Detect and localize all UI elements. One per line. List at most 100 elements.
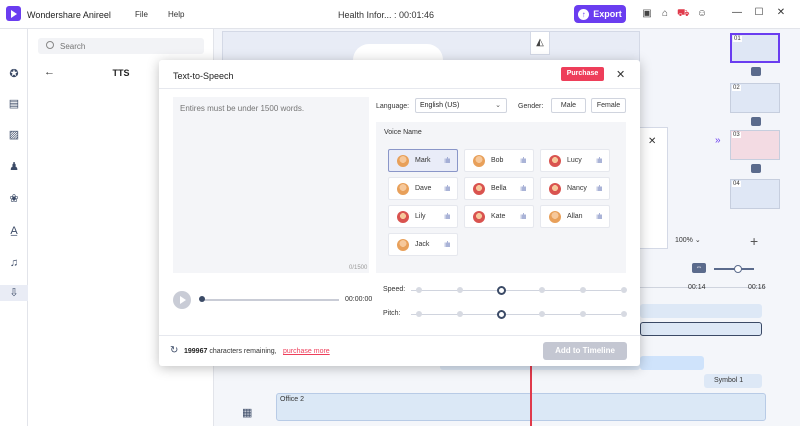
audio-preview-icon[interactable]: ıılıı (520, 184, 527, 193)
audio-preview-icon[interactable]: ıılıı (520, 156, 527, 165)
scene-thumb[interactable]: 04 (730, 179, 780, 209)
progress-handle[interactable] (199, 296, 205, 302)
collapse-arrow-icon[interactable]: » (715, 135, 721, 146)
slider-step[interactable] (580, 287, 586, 293)
scene-number: 02 (732, 85, 741, 91)
scene-thumb[interactable]: 01 (730, 33, 780, 63)
voice-name-header: Voice Name (384, 129, 422, 136)
save-icon[interactable]: ▣ (641, 8, 653, 20)
gender-female-button[interactable]: Female (591, 98, 626, 113)
voice-card-dave[interactable]: Dave ıılıı (388, 177, 458, 200)
popup-close-icon[interactable]: ✕ (648, 136, 656, 147)
voice-card-jack[interactable]: Jack ıılıı (388, 233, 458, 256)
home-icon[interactable]: ⌂ (659, 8, 671, 20)
music-icon[interactable]: ♫ (6, 255, 22, 271)
fit-timeline-icon[interactable]: ⇔ (692, 263, 706, 273)
person-icon[interactable]: ♟ (6, 159, 22, 175)
audio-preview-icon[interactable]: ıılıı (596, 156, 603, 165)
voice-card-bella[interactable]: Bella ıılıı (464, 177, 534, 200)
voice-card-lucy[interactable]: Lucy ıılıı (540, 149, 610, 172)
effects-icon[interactable]: ▨ (6, 127, 22, 143)
voice-card-bob[interactable]: Bob ıılıı (464, 149, 534, 172)
speed-slider[interactable] (411, 290, 621, 291)
ruler-time-label: 00:16 (748, 284, 766, 291)
add-scene-icon[interactable]: + (750, 233, 758, 249)
search-input[interactable] (60, 40, 190, 52)
slider-step[interactable] (416, 311, 422, 317)
scenes-icon[interactable]: ▤ (6, 96, 22, 112)
audio-progress[interactable] (201, 299, 339, 301)
pitch-slider[interactable] (411, 314, 621, 315)
purchase-button[interactable]: Purchase (561, 67, 604, 81)
office-clip-label: Office 2 (280, 396, 304, 403)
voice-card-allan[interactable]: Allan ıılıı (540, 205, 610, 228)
slider-step[interactable] (457, 287, 463, 293)
language-label: Language: (376, 103, 410, 110)
voice-card-nancy[interactable]: Nancy ıılıı (540, 177, 610, 200)
gender-male-button[interactable]: Male (551, 98, 586, 113)
search-box[interactable] (38, 38, 204, 54)
char-count: 0/1500 (349, 265, 368, 271)
scene-thumb[interactable]: 03 (730, 130, 780, 160)
cart-icon[interactable]: ⛟ (677, 8, 690, 20)
flip-icon[interactable]: ◭ (530, 31, 550, 55)
language-select[interactable]: English (US) ⌄ (415, 98, 507, 113)
transition-icon[interactable] (751, 117, 761, 126)
office-scene-clip[interactable]: Office 2 (276, 393, 766, 421)
purchase-more-link[interactable]: purchase more (283, 348, 330, 355)
pitch-label: Pitch: (383, 310, 401, 317)
characters-icon[interactable]: ✪ (6, 66, 22, 82)
voice-name: Dave (415, 185, 432, 192)
scene-thumb[interactable]: 02 (730, 83, 780, 113)
timeline-clip[interactable] (640, 356, 704, 370)
audio-preview-icon[interactable]: ıılıı (596, 212, 603, 221)
play-button[interactable] (173, 291, 191, 309)
gender-label: Gender: (518, 103, 544, 110)
timeline-zoom-knob[interactable] (734, 265, 742, 273)
audio-preview-icon[interactable]: ıılıı (444, 212, 451, 221)
voice-card-kate[interactable]: Kate ıılıı (464, 205, 534, 228)
symbol-clip[interactable]: Symbol 1 (704, 374, 762, 388)
transition-icon[interactable] (751, 164, 761, 173)
slider-step[interactable] (621, 287, 627, 293)
audio-preview-icon[interactable]: ıılıı (444, 156, 451, 165)
transition-icon[interactable] (751, 67, 761, 76)
tts-icon[interactable]: ⇩ (0, 285, 28, 301)
timeline-clip[interactable] (640, 304, 762, 318)
ruler-time-label: 00:14 (688, 284, 706, 291)
tts-text-input[interactable] (173, 97, 369, 273)
menu-help[interactable]: Help (168, 10, 184, 19)
background-popup: ✕ (640, 127, 668, 249)
slider-step[interactable] (580, 311, 586, 317)
account-icon[interactable]: ☺ (696, 8, 708, 20)
props-icon[interactable]: ❀ (6, 191, 22, 207)
slider-step[interactable] (416, 287, 422, 293)
title-bar: Wondershare Anireel File Help Health Inf… (0, 0, 800, 29)
playhead[interactable] (530, 362, 532, 426)
minimize-icon[interactable]: — (731, 7, 743, 19)
slider-knob[interactable] (497, 286, 506, 295)
voice-card-lily[interactable]: Lily ıılıı (388, 205, 458, 228)
export-button[interactable]: ↑ Export (574, 5, 626, 23)
slider-step[interactable] (539, 311, 545, 317)
audio-preview-icon[interactable]: ıılıı (596, 184, 603, 193)
add-to-timeline-button[interactable]: Add to Timeline (543, 342, 627, 360)
text-icon[interactable]: A̲ (6, 223, 22, 239)
remaining-count: 199967 (184, 348, 208, 355)
maximize-icon[interactable]: ☐ (753, 7, 765, 19)
audio-preview-icon[interactable]: ıılıı (444, 240, 451, 249)
slider-step[interactable] (457, 311, 463, 317)
timeline-clip[interactable] (640, 322, 762, 336)
slider-step[interactable] (539, 287, 545, 293)
menu-file[interactable]: File (135, 10, 148, 19)
audio-time: 00:00:00 (345, 296, 373, 303)
audio-preview-icon[interactable]: ıılıı (520, 212, 527, 221)
close-icon[interactable]: ✕ (616, 68, 625, 81)
slider-step[interactable] (621, 311, 627, 317)
close-window-icon[interactable]: ✕ (775, 7, 787, 19)
audio-preview-icon[interactable]: ıılıı (444, 184, 451, 193)
characters-remaining: 199967 characters remaining, (184, 348, 277, 355)
voice-card-mark[interactable]: Mark ıılıı (388, 149, 458, 172)
slider-knob[interactable] (497, 310, 506, 319)
zoom-level[interactable]: 100% ⌄ (675, 236, 701, 244)
